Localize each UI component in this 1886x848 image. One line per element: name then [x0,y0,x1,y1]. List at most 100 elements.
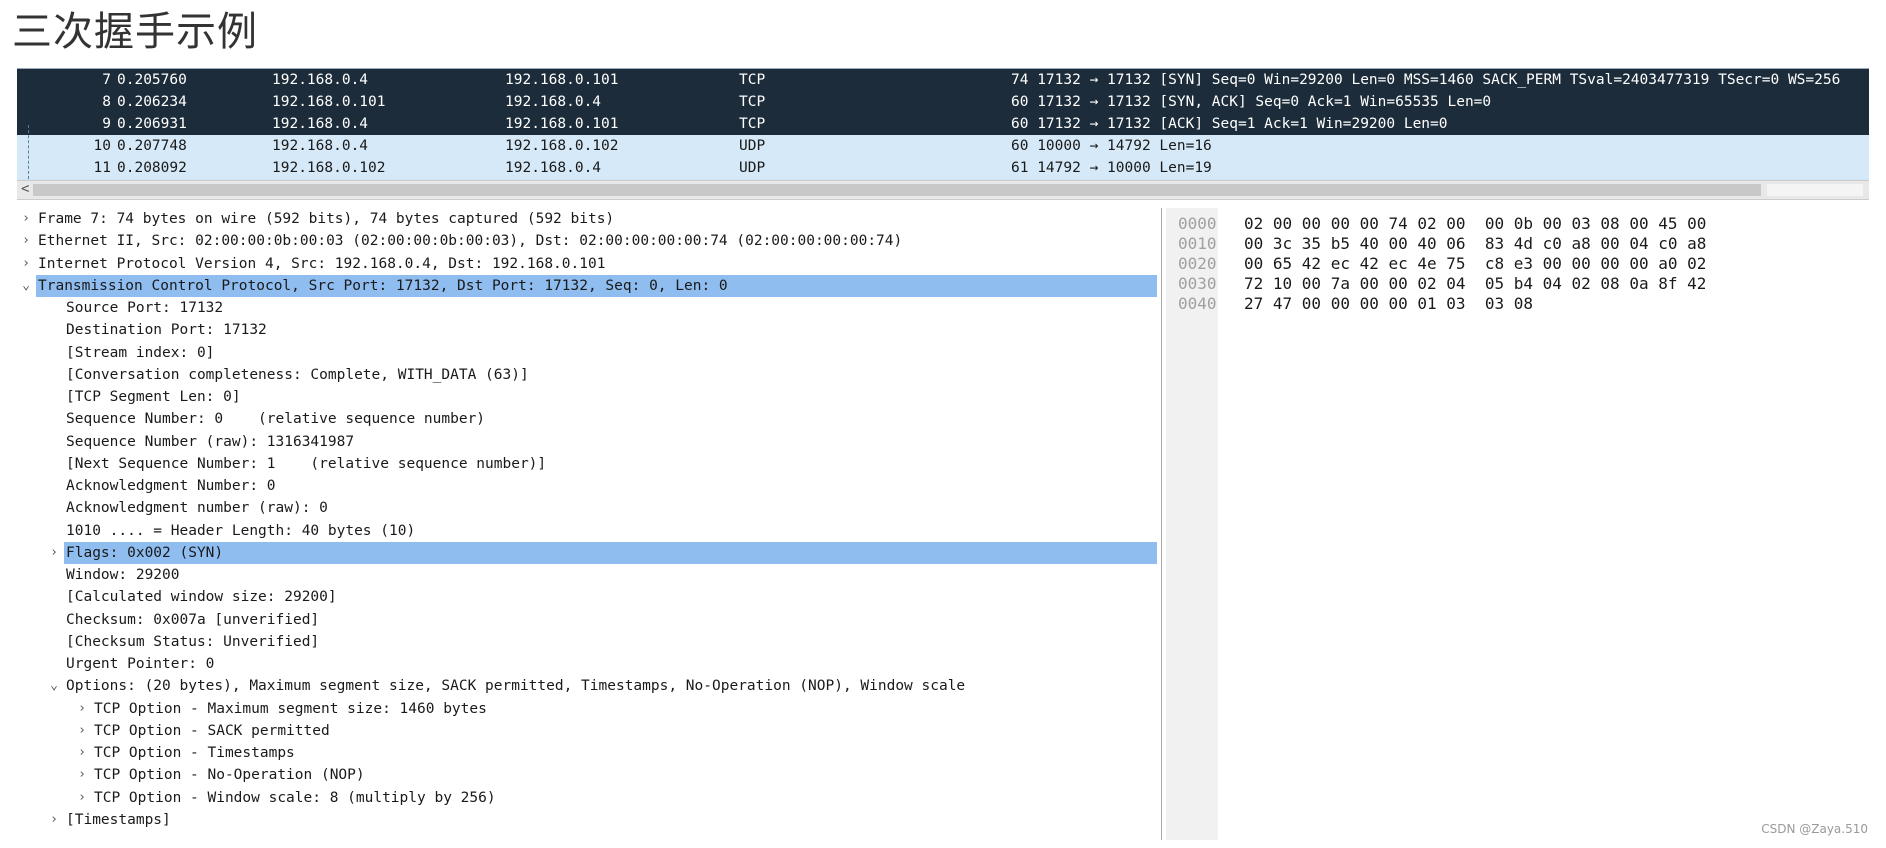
detail-tree-label: Urgent Pointer: 0 [66,656,215,672]
detail-tree-label: Checksum: 0x007a [unverified] [66,611,320,628]
detail-tree-row[interactable]: Window: 29200 [17,564,1157,586]
detail-tree-row[interactable]: › TCP Option - Maximum segment size: 1460… [17,698,1157,720]
packet-protocol: UDP [739,138,766,154]
packet-info: 61 14792 → 10000 Len=19 [1011,160,1212,176]
packet-row[interactable]: 11 0.208092 192.168.0.102 192.168.0.4 UDP 61 … [17,157,1869,179]
hex-offset: 0020 [1178,254,1217,273]
scrollbar-thumb[interactable] [33,184,1761,196]
detail-tree-label: Acknowledgment number (raw): 0 [66,500,328,517]
hex-bytes[interactable]: 02 00 00 00 00 74 02 00 00 0b 00 03 08 0… [1244,214,1706,234]
detail-tree-label: [Stream index: 0] [66,344,215,361]
packet-row[interactable]: 7 0.205760 192.168.0.4 192.168.0.101 TCP 74 1… [17,69,1869,91]
detail-tree-label: TCP Option - Timestamps [94,745,295,761]
packet-destination: 192.168.0.4 [505,160,602,176]
packet-destination: 192.168.0.101 [505,72,619,88]
detail-tree-row[interactable]: › Ethernet II, Src: 02:00:00:0b:00:03 (02… [17,230,1157,252]
packet-info: 60 10000 → 14792 Len=16 [1011,138,1212,154]
detail-tree-row[interactable]: ⌄ Options: (20 bytes), Maximum segment si… [17,675,1157,697]
horizontal-scrollbar[interactable]: < [17,180,1869,200]
expand-chevron-icon[interactable]: › [19,208,33,230]
hex-offset: 0000 [1178,214,1217,233]
detail-tree-row[interactable]: › TCP Option - SACK permitted [17,720,1157,742]
detail-tree-row[interactable]: 1010 .... = Header Length: 40 bytes (10) [17,520,1157,542]
detail-tree-row[interactable]: › Frame 7: 74 bytes on wire (592 bits), 7… [17,208,1157,230]
expand-chevron-icon[interactable]: › [75,720,89,742]
expand-chevron-icon[interactable]: › [19,253,33,275]
detail-tree-label: [Next Sequence Number: 1 (relative seque… [66,455,547,472]
detail-tree-label: Ethernet II, Src: 02:00:00:0b:00:03 (02:… [38,233,903,250]
detail-tree-row[interactable]: [Conversation completeness: Complete, WI… [17,364,1157,386]
packet-info: 74 17132 → 17132 [SYN] Seq=0 Win=29200 L… [1011,72,1841,88]
detail-tree-row[interactable]: Destination Port: 17132 [17,319,1157,341]
packet-time: 0.206234 [117,94,187,110]
packet-list: 7 0.205760 192.168.0.4 192.168.0.101 TCP 74 1… [17,68,1869,180]
hex-offset: 0040 [1178,294,1217,313]
detail-tree-label: [TCP Segment Len: 0] [66,389,241,405]
packet-time: 0.206931 [117,116,187,132]
expand-chevron-icon[interactable]: › [75,698,89,720]
detail-tree-row[interactable]: Urgent Pointer: 0 [17,653,1157,675]
detail-tree-label: Sequence Number: 0 (relative sequence nu… [66,411,486,428]
hex-bytes[interactable]: 00 3c 35 b5 40 00 40 06 83 4d c0 a8 00 0… [1244,234,1706,254]
packet-protocol: UDP [739,160,766,176]
packet-row[interactable]: 9 0.206931 192.168.0.4 192.168.0.101 TCP 60 1… [17,113,1869,135]
packet-info: 60 17132 → 17132 [ACK] Seq=1 Ack=1 Win=2… [1011,116,1448,132]
detail-tree-row[interactable]: › TCP Option - Timestamps [17,742,1157,764]
packet-time: 0.205760 [117,72,187,88]
detail-tree-row[interactable]: Sequence Number (raw): 1316341987 [17,431,1157,453]
detail-tree-row[interactable]: Checksum: 0x007a [unverified] [17,609,1157,631]
detail-tree-row[interactable]: › Internet Protocol Version 4, Src: 192.1… [17,253,1157,275]
detail-tree-row[interactable]: [Next Sequence Number: 1 (relative seque… [17,453,1157,475]
detail-tree-label: [Conversation completeness: Complete, WI… [66,366,529,383]
hex-offset: 0010 [1178,234,1217,253]
detail-tree-row[interactable]: [TCP Segment Len: 0] [17,386,1157,408]
packet-info: 60 17132 → 17132 [SYN, ACK] Seq=0 Ack=1 … [1011,94,1492,110]
hex-bytes[interactable]: 72 10 00 7a 00 00 02 04 05 b4 04 02 08 0… [1244,274,1706,294]
detail-tree-row[interactable]: [Checksum Status: Unverified] [17,631,1157,653]
expand-chevron-icon[interactable]: › [75,742,89,764]
collapse-chevron-icon[interactable]: ⌄ [19,275,33,297]
packet-protocol: TCP [739,94,766,110]
detail-tree-row[interactable]: Acknowledgment number (raw): 0 [17,497,1157,519]
packet-row[interactable]: 10 0.207748 192.168.0.4 192.168.0.102 UDP 60 … [17,135,1869,157]
detail-tree-label: Destination Port: 17132 [66,322,267,339]
expand-chevron-icon[interactable]: › [75,764,89,786]
hex-bytes[interactable]: 00 65 42 ec 42 ec 4e 75 c8 e3 00 00 00 0… [1244,254,1706,274]
detail-tree-row[interactable]: Source Port: 17132 [17,297,1157,319]
packet-source: 192.168.0.101 [272,94,386,110]
expand-chevron-icon[interactable]: › [19,230,33,252]
detail-tree-row[interactable]: › TCP Option - No-Operation (NOP) [17,764,1157,786]
expand-chevron-icon[interactable]: › [47,809,61,831]
packet-protocol: TCP [739,116,766,132]
detail-tree-label: Transmission Control Protocol, Src Port:… [36,274,1157,297]
hex-bytes[interactable]: 27 47 00 00 00 00 01 03 03 08 [1244,294,1533,314]
scroll-left-icon[interactable]: < [21,180,29,198]
collapse-chevron-icon[interactable]: ⌄ [47,675,61,697]
detail-tree-row[interactable]: › Flags: 0x002 (SYN) [17,541,1157,564]
page-title: 三次握手示例 [12,9,258,55]
scrollbar-track [1767,184,1863,196]
expand-chevron-icon[interactable]: › [75,787,89,809]
packet-number: 11 [93,160,111,176]
packet-details-pane: › Frame 7: 74 bytes on wire (592 bits), 7… [17,208,1162,840]
detail-tree-row[interactable]: [Stream index: 0] [17,342,1157,364]
expand-chevron-icon[interactable]: › [47,542,61,564]
detail-tree-label: Sequence Number (raw): 1316341987 [66,433,355,450]
detail-tree-label: Flags: 0x002 (SYN) [64,541,1157,564]
detail-tree-label: TCP Option - Window scale: 8 (multiply b… [94,789,496,806]
hex-offset: 0030 [1178,274,1217,293]
detail-tree-row[interactable]: Sequence Number: 0 (relative sequence nu… [17,408,1157,430]
detail-tree-row[interactable]: ⌄ Transmission Control Protocol, Src Port… [17,274,1157,297]
packet-row[interactable]: 8 0.206234 192.168.0.101 192.168.0.4 TCP 60 1… [17,91,1869,113]
detail-tree-label: [Calculated window size: 29200] [66,589,337,606]
packet-number: 9 [102,116,111,132]
packet-destination: 192.168.0.4 [505,94,602,110]
detail-tree-row[interactable]: › TCP Option - Window scale: 8 (multiply … [17,787,1157,809]
detail-tree-row[interactable]: Acknowledgment Number: 0 [17,475,1157,497]
detail-tree-row[interactable]: [Calculated window size: 29200] [17,586,1157,608]
detail-tree-row[interactable]: › [Timestamps] [17,809,1157,831]
conversation-line [28,125,29,179]
packet-source: 192.168.0.4 [272,138,369,154]
detail-tree-label: Source Port: 17132 [66,300,224,316]
packet-destination: 192.168.0.102 [505,138,619,154]
